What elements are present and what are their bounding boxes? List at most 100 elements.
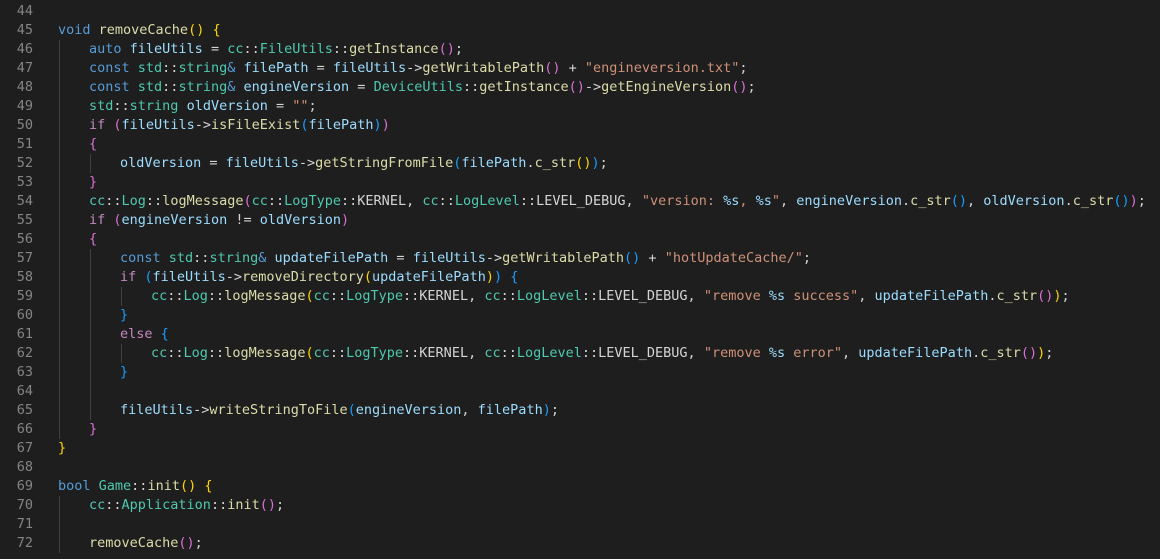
code-token: = [202,41,228,57]
code-token: fileUtils [412,250,486,266]
code-text[interactable]: bool Game::init() { [58,477,213,496]
code-line[interactable]: 67} [0,439,1160,458]
code-token: oldVersion [259,212,342,228]
code-text[interactable]: void removeCache() { [58,21,221,40]
code-text[interactable]: if (fileUtils->isFileExist(filePath)) [89,116,390,135]
code-text[interactable]: cc::Application::init(); [89,496,284,515]
code-text[interactable]: const std::string& updateFilePath = file… [120,249,811,268]
code-line[interactable]: 46 auto fileUtils = cc::FileUtils::getIns… [0,40,1160,59]
code-line[interactable]: 60} [0,306,1160,325]
code-token: () [731,79,748,95]
code-token: std [168,250,194,266]
code-text[interactable]: const std::string& engineVersion = Devic… [89,78,756,97]
code-line[interactable]: 52 oldVersion = fileUtils->getStringFromF… [0,154,1160,173]
line-number: 64 [16,383,33,399]
code-token: LogLevel [516,345,582,361]
code-line[interactable]: 68 [0,458,1160,477]
code-token: Log [121,193,146,209]
code-token: ; [747,79,756,95]
code-line[interactable]: 64 [0,382,1160,401]
code-line[interactable]: 65 fileUtils->writeStringToFile(engineVer… [0,401,1160,420]
code-line[interactable]: 57 const std::string& updateFilePath = fi… [0,249,1160,268]
code-line[interactable]: 56 { [0,230,1160,249]
code-text[interactable]: oldVersion = fileUtils->getStringFromFil… [120,154,608,173]
code-token: filePath [308,117,374,133]
code-line[interactable]: 47 const std::string& filePath = fileUtil… [0,59,1160,78]
code-text[interactable]: } [58,439,66,458]
code-line[interactable]: 49 std::string oldVersion = ""; [0,97,1160,116]
line-number: 58 [16,269,33,285]
code-line[interactable]: 54 cc::Log::logMessage(cc::LogType::KERNE… [0,192,1160,211]
code-token: + [560,60,585,76]
code-token: ) [373,117,382,133]
code-line[interactable]: 53} [0,173,1160,192]
code-token: "remove [703,288,769,304]
code-token: const [89,79,130,95]
code-token: ) [341,212,350,228]
code-token: ( [243,193,252,209]
code-text[interactable]: } [89,173,97,192]
code-token: = [201,155,226,171]
code-line[interactable]: 59 cc::Log::logMessage(cc::LogType::KERNE… [0,287,1160,306]
code-line[interactable]: 72 removeCache(); [0,534,1160,553]
line-number: 67 [16,440,33,456]
indent-guide [59,230,60,249]
code-text[interactable]: cc::Log::logMessage(cc::LogType::KERNEL,… [89,192,1146,211]
code-text[interactable]: removeCache(); [89,534,203,553]
code-text[interactable]: cc::Log::logMessage(cc::LogType::KERNEL,… [151,287,1070,306]
code-text[interactable]: } [120,306,128,325]
code-token: :: [162,60,179,76]
code-token: else [120,326,153,342]
code-line[interactable]: 45 void removeCache() { [0,21,1160,40]
code-text[interactable]: auto fileUtils = cc::FileUtils::getInsta… [89,40,463,59]
code-token: :: [210,497,228,513]
code-text[interactable]: { [89,230,97,249]
code-token: :: [131,478,148,494]
code-text[interactable]: if (fileUtils->removeDirectory(updateFil… [120,268,518,287]
code-text[interactable]: } [89,420,97,439]
code-text[interactable]: std::string oldVersion = ""; [89,97,317,116]
code-token: () [544,60,561,76]
indent-guide [59,154,60,173]
code-line[interactable]: 55 if (engineVersion != oldVersion) [0,211,1160,230]
code-token: if [89,212,106,228]
code-line[interactable]: 62 cc::Log::logMessage(cc::LogType::KERNE… [0,344,1160,363]
code-editor[interactable]: 44 45 void removeCache() {46 auto fileUtils… [0,0,1160,559]
code-token: , [780,193,797,209]
indent-guide [59,420,60,439]
code-token: string [129,98,179,114]
line-number: 48 [16,79,33,95]
code-line[interactable]: 66} [0,420,1160,439]
code-token: "version: [641,193,724,209]
code-text[interactable]: { [89,135,97,154]
code-token: fileUtils [332,60,407,76]
code-token: filePath [243,60,309,76]
line-number: 70 [16,497,33,513]
indent-guide [59,97,60,116]
code-token: ; [739,60,748,76]
code-line[interactable]: 58 if (fileUtils->removeDirectory(updateF… [0,268,1160,287]
code-token: { [89,136,98,152]
code-text[interactable]: const std::string& filePath = fileUtils-… [89,59,748,78]
code-line[interactable]: 48 const std::string& engineVersion = Dev… [0,78,1160,97]
code-text[interactable]: fileUtils->writeStringToFile(engineVersi… [120,401,559,420]
code-token: Application [121,497,211,513]
code-token: ( [113,212,122,228]
code-text[interactable]: else { [120,325,169,344]
code-token: c_str [996,288,1038,304]
code-line[interactable]: 69 bool Game::init() { [0,477,1160,496]
code-line[interactable]: 50 if (fileUtils->isFileExist(filePath)) [0,116,1160,135]
code-line[interactable]: 51 { [0,135,1160,154]
code-token: oldVersion [120,155,202,171]
code-line[interactable]: 61 else { [0,325,1160,344]
code-token: -> [298,155,316,171]
code-text[interactable]: if (engineVersion != oldVersion) [89,211,349,230]
code-line[interactable]: 71 [0,515,1160,534]
code-line[interactable]: 70 cc::Application::init(); [0,496,1160,515]
code-line[interactable]: 44 [0,2,1160,21]
code-line[interactable]: 63} [0,363,1160,382]
code-text[interactable]: cc::Log::logMessage(cc::LogType::KERNEL,… [151,344,1053,363]
code-text[interactable]: } [120,363,128,382]
